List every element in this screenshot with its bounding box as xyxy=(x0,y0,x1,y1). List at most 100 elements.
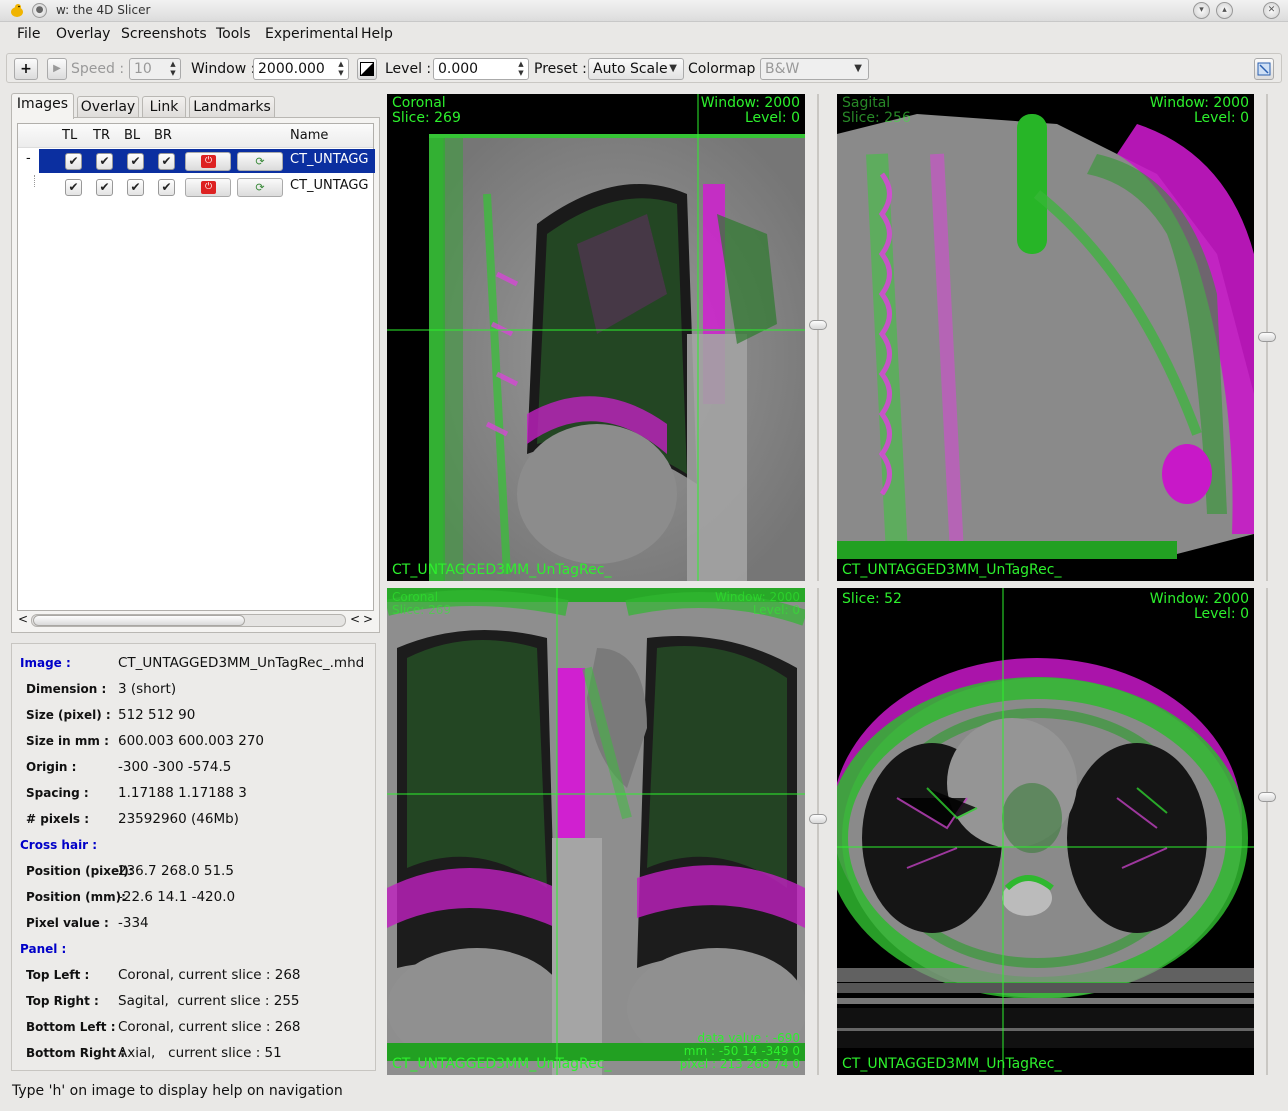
checkbox-br[interactable]: ✔ xyxy=(158,179,175,196)
slice-slider-top-left[interactable] xyxy=(809,94,827,581)
viewer-top-left[interactable]: Coronal Slice: 269 Window: 2000 Level: 0… xyxy=(387,94,805,581)
viewer-bottom-right[interactable]: Slice: 52 Window: 2000 Level: 0 CT_UNTAG… xyxy=(837,588,1254,1075)
close-image-button[interactable]: ⏻ xyxy=(185,178,231,197)
info-row: Top Left : Coronal, current slice : 268 xyxy=(12,964,375,984)
slice-slider-bottom-left[interactable] xyxy=(809,588,827,1075)
window-title: w: the 4D Slicer xyxy=(56,3,151,17)
scroll-left-icon[interactable]: < xyxy=(18,612,28,626)
menu-screenshots[interactable]: Screenshots xyxy=(121,26,207,42)
info-row: Origin : -300 -300 -574.5 xyxy=(12,756,375,776)
info-row: Top Right : Sagital, current slice : 255 xyxy=(12,990,375,1010)
info-key: Top Left : xyxy=(26,968,90,982)
viewer-bottom-left[interactable]: Coronal Slice: 269 Window: 2000 Level: 0… xyxy=(387,588,805,1075)
slider-handle[interactable] xyxy=(1258,792,1276,802)
speed-spinbox[interactable]: 10 ▲ ▼ xyxy=(129,58,181,80)
info-row: Spacing : 1.17188 1.17188 3 xyxy=(12,782,375,802)
checkbox-bl[interactable]: ✔ xyxy=(127,179,144,196)
scroll-right-icon[interactable]: > xyxy=(363,612,373,626)
column-br[interactable]: BR xyxy=(154,128,172,143)
menu-help[interactable]: Help xyxy=(361,26,393,42)
checkbox-bl[interactable]: ✔ xyxy=(127,153,144,170)
slice-slider-top-right[interactable] xyxy=(1258,94,1276,581)
slider-handle[interactable] xyxy=(809,814,827,824)
spin-arrows-icon: ▲ ▼ xyxy=(518,60,524,77)
checkbox-tr[interactable]: ✔ xyxy=(96,153,113,170)
info-key: Pixel value : xyxy=(26,916,109,930)
checkbox-tr[interactable]: ✔ xyxy=(96,179,113,196)
info-value: Sagital, current slice : 255 xyxy=(118,993,300,1009)
info-row: Pixel value : -334 xyxy=(12,912,375,932)
info-row: Bottom Right : Axial, current slice : 51 xyxy=(12,1042,375,1062)
level-spinbox[interactable]: 0.000 ▲ ▼ xyxy=(433,58,529,80)
scroll-left-icon[interactable]: < xyxy=(350,612,360,626)
tab-images[interactable]: Images xyxy=(11,93,74,119)
window-label: Window : xyxy=(191,61,256,77)
tab-overlay[interactable]: Overlay xyxy=(77,96,139,118)
checkbox-tl[interactable]: ✔ xyxy=(65,153,82,170)
preset-select[interactable]: Auto Scale ▼ xyxy=(588,58,684,80)
tree-row[interactable]: ✔ ✔ ✔ ✔ ⏻ ⟳ CT_UNTAGG xyxy=(18,175,373,199)
info-value: 3 (short) xyxy=(118,681,177,697)
view-filename: CT_UNTAGGED3MM_UnTagRec_ xyxy=(392,1056,612,1072)
axial-slice-image xyxy=(837,588,1254,1075)
reload-icon: ⟳ xyxy=(255,155,265,168)
column-tr[interactable]: TR xyxy=(93,128,110,143)
view-level: Level: 0 xyxy=(1193,110,1249,126)
view-level: Level: 0 xyxy=(1193,606,1249,622)
fullscreen-icon xyxy=(1257,62,1271,76)
invert-colormap-button[interactable] xyxy=(357,58,377,80)
slider-groove xyxy=(817,94,819,581)
info-key: Bottom Right : xyxy=(26,1046,125,1060)
maximize-button[interactable]: ▴ xyxy=(1216,2,1233,19)
tab-link[interactable]: Link xyxy=(142,96,186,118)
add-image-button[interactable]: + xyxy=(14,58,38,80)
info-row: Size in mm : 600.003 600.003 270 xyxy=(12,730,375,750)
menu-overlay[interactable]: Overlay xyxy=(56,26,110,42)
close-image-button[interactable]: ⏻ xyxy=(185,152,231,171)
info-value: Coronal, current slice : 268 xyxy=(118,1019,301,1035)
view-level: Level: 0 xyxy=(752,603,800,617)
fullscreen-button[interactable] xyxy=(1254,58,1274,80)
spin-arrows-icon: ▲ ▼ xyxy=(338,60,344,77)
slider-handle[interactable] xyxy=(809,320,827,330)
image-tree: TL TR BL BR Name - ✔ ✔ ✔ ✔ ⏻ ⟳ CT_UNTAGG… xyxy=(17,123,375,611)
sagital-slice-image xyxy=(837,94,1254,581)
close-button[interactable]: ✕ xyxy=(1263,2,1280,19)
slice-slider-bottom-right[interactable] xyxy=(1258,588,1276,1075)
pin-icon[interactable]: ● xyxy=(32,3,47,18)
scroll-thumb[interactable] xyxy=(33,615,245,626)
reload-image-button[interactable]: ⟳ xyxy=(237,152,283,171)
menu-bar: File Overlay Screenshots Tools Experimen… xyxy=(0,22,1288,47)
coronal-slice-image xyxy=(387,588,805,1075)
slider-groove xyxy=(1266,588,1268,1075)
tree-row[interactable]: - ✔ ✔ ✔ ✔ ⏻ ⟳ CT_UNTAGG xyxy=(18,149,375,173)
column-bl[interactable]: BL xyxy=(124,128,140,143)
menu-file[interactable]: File xyxy=(17,26,40,42)
colormap-select[interactable]: B&W ▼ xyxy=(760,58,869,80)
info-key: Size (pixel) : xyxy=(26,708,111,722)
slider-handle[interactable] xyxy=(1258,332,1276,342)
reload-image-button[interactable]: ⟳ xyxy=(237,178,283,197)
menu-experimental[interactable]: Experimental xyxy=(265,26,358,42)
speed-value: 10 xyxy=(134,61,152,77)
column-tl[interactable]: TL xyxy=(62,128,77,143)
viewer-top-right[interactable]: Sagital Slice: 256 Window: 2000 Level: 0… xyxy=(837,94,1254,581)
info-key: Position (mm): xyxy=(26,890,126,904)
view-filename: CT_UNTAGGED3MM_UnTagRec_ xyxy=(842,562,1062,578)
view-window: Window: 2000 xyxy=(1149,591,1249,607)
column-name[interactable]: Name xyxy=(290,128,328,143)
checkbox-br[interactable]: ✔ xyxy=(158,153,175,170)
menu-tools[interactable]: Tools xyxy=(216,26,251,42)
checkbox-tl[interactable]: ✔ xyxy=(65,179,82,196)
play-button[interactable]: ▶ xyxy=(47,58,67,80)
images-tab-pane: TL TR BL BR Name - ✔ ✔ ✔ ✔ ⏻ ⟳ CT_UNTAGG… xyxy=(11,117,380,633)
title-bar: ● w: the 4D Slicer ▾ ▴ ✕ xyxy=(0,0,1288,22)
chevron-down-icon: ▼ xyxy=(854,63,862,74)
chevron-down-icon: ▼ xyxy=(669,63,677,74)
window-spinbox[interactable]: 2000.000 ▲ ▼ xyxy=(253,58,349,80)
tree-expander[interactable]: - xyxy=(26,151,31,166)
info-row: Cross hair : xyxy=(12,834,375,854)
tree-horizontal-scrollbar[interactable]: < < > xyxy=(17,612,374,628)
tab-landmarks[interactable]: Landmarks xyxy=(189,96,275,118)
minimize-button[interactable]: ▾ xyxy=(1193,2,1210,19)
